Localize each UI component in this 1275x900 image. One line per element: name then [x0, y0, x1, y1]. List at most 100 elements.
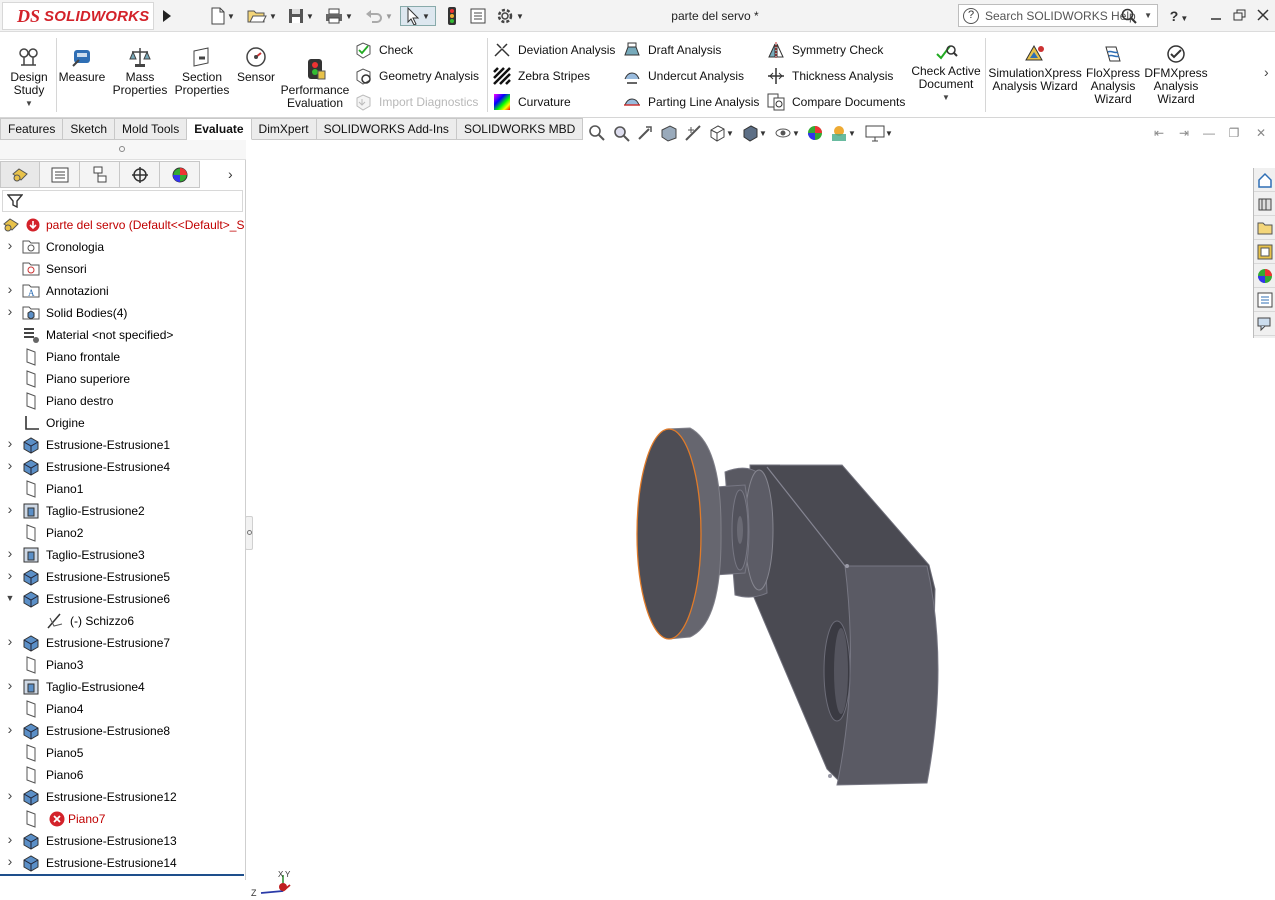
simulationxpress-button[interactable]: SimulationXpress Analysis Wizard — [988, 42, 1082, 93]
import-diagnostics-button[interactable]: Import Diagnostics — [353, 92, 478, 112]
zoom-to-area-button[interactable] — [609, 122, 633, 144]
options-button[interactable]: ▼ — [494, 6, 526, 26]
design-study-button[interactable]: Design Study ▼ — [6, 40, 52, 110]
tree-item[interactable]: Piano6 — [0, 764, 246, 786]
configuration-manager-tab[interactable] — [80, 161, 120, 188]
chevron-down-icon[interactable]: ▼ — [5, 593, 15, 603]
tree-item[interactable]: Piano destro — [0, 390, 246, 412]
chevron-right-icon[interactable]: › — [5, 435, 15, 451]
tree-item[interactable]: › Estrusione-Estrusione12 — [0, 786, 246, 808]
view-palette-tab[interactable] — [1254, 240, 1275, 264]
select-button[interactable]: ▼ — [400, 6, 436, 26]
geometry-analysis-button[interactable]: Geometry Analysis — [353, 66, 479, 86]
chevron-right-icon[interactable]: › — [5, 567, 15, 583]
chevron-right-icon[interactable]: › — [5, 237, 15, 253]
symmetry-check-button[interactable]: Symmetry Check — [766, 40, 883, 60]
chevron-right-icon[interactable]: › — [5, 831, 15, 847]
measure-button[interactable]: Measure — [58, 40, 106, 84]
graphics-minimize-icon[interactable]: — — [1200, 126, 1218, 142]
tree-item[interactable]: › A Annotazioni — [0, 280, 246, 302]
tab-dimxpert[interactable]: DimXpert — [251, 118, 317, 140]
tab-solidworks-add-ins[interactable]: SOLIDWORKS Add-Ins — [316, 118, 457, 140]
edit-appearance-button[interactable] — [803, 122, 827, 144]
dynamic-annotation-button[interactable] — [681, 122, 705, 144]
open-button[interactable]: ▼ — [244, 6, 280, 26]
performance-evaluation-button[interactable]: Performance Evaluation — [280, 40, 350, 110]
chevron-right-icon[interactable]: › — [5, 281, 15, 297]
tab-evaluate[interactable]: Evaluate — [187, 118, 252, 140]
deviation-analysis-button[interactable]: Deviation Analysis — [492, 40, 615, 60]
arrow-right-icon[interactable] — [160, 6, 174, 26]
tree-item[interactable]: › Estrusione-Estrusione1 — [0, 434, 246, 456]
file-explorer-tab[interactable] — [1254, 216, 1275, 240]
solidworks-resources-tab[interactable] — [1254, 168, 1275, 192]
property-manager-tab[interactable] — [40, 161, 80, 188]
undo-button[interactable]: ▼ — [362, 6, 396, 26]
tree-item[interactable]: Piano frontale — [0, 346, 246, 368]
chevron-right-icon[interactable]: › — [5, 545, 15, 561]
design-library-tab[interactable] — [1254, 192, 1275, 216]
tree-item[interactable]: › Estrusione-Estrusione8 — [0, 720, 246, 742]
dimxpert-manager-tab[interactable] — [120, 161, 160, 188]
section-view-button[interactable] — [657, 122, 681, 144]
graphics-next-icon[interactable]: ⇥ — [1175, 126, 1193, 142]
panel-splitter[interactable] — [0, 140, 246, 160]
chevron-right-icon[interactable]: › — [5, 853, 15, 869]
file-properties-button[interactable] — [468, 6, 488, 26]
tree-item[interactable]: › Taglio-Estrusione2 — [0, 500, 246, 522]
tree-item[interactable]: Origine — [0, 412, 246, 434]
tree-item[interactable]: › Solid Bodies(4) — [0, 302, 246, 324]
minimize-button[interactable] — [1206, 7, 1226, 25]
save-button[interactable]: ▼ — [284, 6, 318, 26]
tree-item[interactable]: › Estrusione-Estrusione7 — [0, 632, 246, 654]
tab-sketch[interactable]: Sketch — [63, 118, 116, 140]
help-menu-button[interactable]: ? ▼ — [1166, 7, 1192, 25]
tree-item[interactable]: Piano superiore — [0, 368, 246, 390]
chevron-right-icon[interactable]: › — [5, 501, 15, 517]
custom-properties-tab[interactable] — [1254, 288, 1275, 312]
search-help-field[interactable]: ? Search SOLIDWORKS Help ▼ — [958, 4, 1158, 27]
tab-mold-tools[interactable]: Mold Tools — [115, 118, 188, 140]
display-style-button[interactable]: ▼ — [737, 122, 771, 144]
chevron-right-icon[interactable]: › — [5, 721, 15, 737]
panel-collapse-handle[interactable] — [245, 516, 253, 550]
tree-item[interactable]: ▼ Estrusione-Estrusione6 — [0, 588, 246, 610]
solidworks-logo[interactable]: DS SOLIDWORKS — [2, 2, 154, 30]
forum-tab[interactable] — [1254, 312, 1275, 336]
floxpress-button[interactable]: FloXpress Analysis Wizard — [1084, 42, 1142, 106]
print-button[interactable]: ▼ — [322, 6, 356, 26]
compare-documents-button[interactable]: Compare Documents — [766, 92, 905, 112]
rebuild-button[interactable] — [444, 6, 460, 26]
tree-item[interactable]: › Estrusione-Estrusione5 — [0, 566, 246, 588]
dfmxpress-button[interactable]: DFMXpress Analysis Wizard — [1144, 42, 1208, 106]
mass-properties-button[interactable]: Mass Properties — [110, 40, 170, 97]
chevron-right-icon[interactable]: › — [5, 787, 15, 803]
rollback-bar[interactable] — [0, 874, 244, 876]
apply-scene-button[interactable]: ▼ — [827, 122, 859, 144]
expand-ribbon-icon[interactable]: › — [1264, 64, 1269, 80]
tree-item[interactable]: Piano5 — [0, 742, 246, 764]
tree-item[interactable]: › Estrusione-Estrusione13 — [0, 830, 246, 852]
curvature-button[interactable]: Curvature — [492, 92, 571, 112]
tree-item[interactable]: Piano7 — [0, 808, 246, 830]
tab-solidworks-mbd[interactable]: SOLIDWORKS MBD — [456, 118, 584, 140]
thickness-analysis-button[interactable]: Thickness Analysis — [766, 66, 893, 86]
hide-show-items-button[interactable]: ▼ — [771, 122, 803, 144]
undercut-analysis-button[interactable]: Undercut Analysis — [622, 66, 744, 86]
graphics-restore-icon[interactable]: ❐ — [1225, 126, 1243, 142]
tree-item[interactable]: Piano3 — [0, 654, 246, 676]
tree-item[interactable]: Piano4 — [0, 698, 246, 720]
previous-view-button[interactable] — [633, 122, 657, 144]
tree-item[interactable]: › Estrusione-Estrusione14 — [0, 852, 246, 874]
draft-analysis-button[interactable]: Draft Analysis — [622, 40, 721, 60]
chevron-right-icon[interactable]: › — [5, 677, 15, 693]
tree-item[interactable]: › Estrusione-Estrusione4 — [0, 456, 246, 478]
zebra-stripes-button[interactable]: Zebra Stripes — [492, 66, 590, 86]
tree-item[interactable]: Material <not specified> — [0, 324, 246, 346]
restore-button[interactable] — [1230, 7, 1250, 25]
chevron-right-icon[interactable]: › — [5, 457, 15, 473]
sensor-button[interactable]: Sensor — [234, 40, 278, 84]
close-button[interactable] — [1253, 7, 1273, 25]
display-manager-tab[interactable] — [160, 161, 200, 188]
parting-line-analysis-button[interactable]: Parting Line Analysis — [622, 92, 759, 112]
